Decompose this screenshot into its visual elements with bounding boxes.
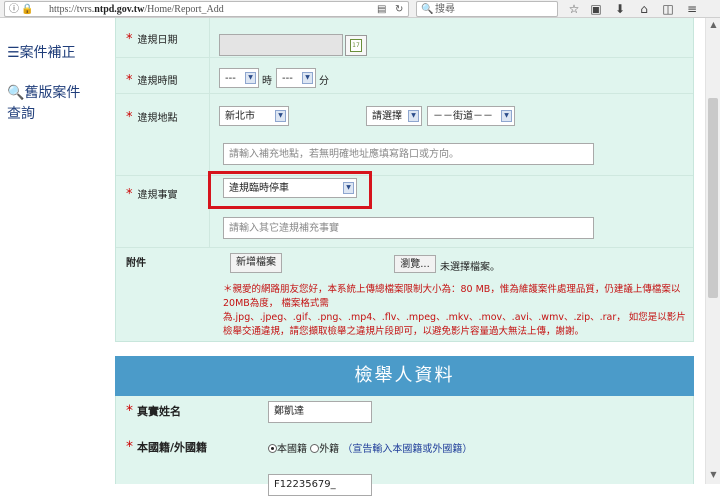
sidebar-item-label-line2: 查詢 bbox=[7, 106, 35, 122]
search-icon: 🔍 bbox=[7, 85, 25, 101]
row-violation-location: * 違規地點 新北市 ▼ 請選擇 ▼ －－街道－－ ▼ 請輸入補充地點，若無明確地… bbox=[116, 94, 693, 176]
city-select[interactable]: 新北市 ▼ bbox=[219, 106, 289, 126]
url-text: https://tvrs.ntpd.gov.tw/Home/Report_Add bbox=[49, 4, 224, 15]
chevron-down-icon: ▼ bbox=[501, 110, 512, 122]
radio-foreign[interactable] bbox=[310, 444, 320, 453]
calendar-button[interactable]: 17 bbox=[345, 35, 367, 56]
chevron-down-icon: ▼ bbox=[245, 72, 256, 84]
home-icon[interactable]: ⌂ bbox=[635, 1, 653, 17]
scroll-down-icon[interactable]: ▼ bbox=[706, 470, 720, 479]
row-violation-item: * 違規事實 違規臨時停車 ▼ 請輸入其它違規補充事實 bbox=[116, 176, 693, 248]
radio-domestic[interactable] bbox=[268, 444, 277, 453]
calendar-icon: 17 bbox=[350, 39, 362, 52]
library-icon[interactable]: ▣ bbox=[587, 1, 605, 17]
list-icon: ☰ bbox=[7, 45, 20, 61]
violation-location-label: * 違規地點 bbox=[126, 110, 178, 125]
sidebar-item-old-case-query[interactable]: 🔍舊版案件 查詢 bbox=[7, 83, 80, 125]
address-bar[interactable]: ⓘ 🔒 https://tvrs.ntpd.gov.tw/Home/Report… bbox=[4, 1, 409, 17]
district-select[interactable]: 請選擇 ▼ bbox=[366, 106, 422, 126]
row-violation-date: * 違規日期 17 bbox=[116, 18, 693, 58]
sidebar-item-case-supplement[interactable]: ☰案件補正 bbox=[7, 43, 76, 64]
scroll-thumb[interactable] bbox=[708, 98, 718, 298]
highlight-box bbox=[208, 171, 372, 209]
file-status-text: 未選擇檔案。 bbox=[440, 262, 500, 273]
id-number-input[interactable]: F12235679_ bbox=[268, 474, 372, 496]
info-icon[interactable]: ⓘ bbox=[9, 3, 19, 16]
sidebar-item-label: 舊版案件 bbox=[24, 85, 81, 101]
search-placeholder: 搜尋 bbox=[435, 4, 455, 15]
sidebar-item-label: 案件補正 bbox=[19, 45, 76, 61]
menu-icon[interactable]: ≡ bbox=[683, 1, 701, 17]
hour-select[interactable]: --- ▼ bbox=[219, 68, 259, 88]
add-file-button[interactable]: 新增檔案 bbox=[230, 253, 282, 273]
search-icon: 🔍 bbox=[421, 4, 434, 15]
violation-date-input[interactable] bbox=[219, 34, 343, 56]
reporter-section: * 真實姓名 鄭凱達 * 本國籍/外國籍 本國籍 外籍 （宣告輸入本國籍或外國籍） … bbox=[115, 396, 694, 496]
chevron-down-icon: ▼ bbox=[408, 110, 419, 122]
attachment-label: 附件 bbox=[126, 258, 146, 269]
reload-icon[interactable]: ↻ bbox=[395, 3, 403, 16]
browser-toolbar: ⓘ 🔒 https://tvrs.ntpd.gov.tw/Home/Report… bbox=[0, 0, 720, 18]
bookmark-star-icon[interactable]: ☆ bbox=[565, 1, 583, 17]
lock-icon: 🔒 bbox=[21, 4, 34, 15]
browse-button[interactable]: 瀏覽... bbox=[394, 255, 436, 273]
reader-view-icon[interactable]: ▤ bbox=[377, 3, 386, 16]
street-select[interactable]: －－街道－－ ▼ bbox=[427, 106, 515, 126]
search-box[interactable]: 🔍 搜尋 bbox=[416, 1, 558, 17]
location-supplement-input[interactable]: 請輸入補充地點，若無明確地址應填寫路口或方向。 bbox=[223, 143, 594, 165]
reporter-section-title: 檢舉人資料 bbox=[115, 356, 694, 396]
chevron-down-icon: ▼ bbox=[302, 72, 313, 84]
row-attachment: 附件 新增檔案 瀏覽... 未選擇檔案。 bbox=[116, 248, 693, 282]
violation-form-panel: * 違規日期 17 * 違規時間 --- ▼ 時 --- ▼ 分 * 違規地點 新北市… bbox=[115, 18, 694, 342]
scroll-up-icon[interactable]: ▲ bbox=[706, 20, 720, 29]
chevron-down-icon: ▼ bbox=[275, 110, 286, 122]
minute-select[interactable]: --- ▼ bbox=[276, 68, 316, 88]
hour-unit-label: 時 bbox=[262, 76, 272, 87]
page-scrollbar[interactable]: ▲ ▼ bbox=[705, 18, 720, 484]
minute-unit-label: 分 bbox=[319, 76, 329, 87]
nationality-options: 本國籍 外籍 （宣告輸入本國籍或外國籍） bbox=[268, 440, 472, 455]
download-icon[interactable]: ⬇ bbox=[611, 1, 629, 17]
violation-date-label: * 違規日期 bbox=[126, 32, 178, 47]
violation-item-supplement-input[interactable]: 請輸入其它違規補充事實 bbox=[223, 217, 594, 239]
nationality-note: （宣告輸入本國籍或外國籍） bbox=[342, 444, 473, 455]
violation-item-label: * 違規事實 bbox=[126, 187, 178, 202]
row-violation-time: * 違規時間 --- ▼ 時 --- ▼ 分 bbox=[116, 58, 693, 94]
real-name-label: * 真實姓名 bbox=[126, 403, 181, 419]
violation-time-label: * 違規時間 bbox=[126, 73, 178, 88]
upload-notice: ＊親愛的網路朋友您好，本系統上傳總檔案限制大小為：80 MB，惟為維護案件處理品… bbox=[223, 284, 686, 337]
pocket-icon[interactable]: ◫ bbox=[659, 1, 677, 17]
sidebar: ☰案件補正 🔍舊版案件 查詢 bbox=[0, 18, 96, 484]
real-name-input[interactable]: 鄭凱達 bbox=[268, 401, 372, 423]
nationality-label: * 本國籍/外國籍 bbox=[126, 439, 208, 455]
